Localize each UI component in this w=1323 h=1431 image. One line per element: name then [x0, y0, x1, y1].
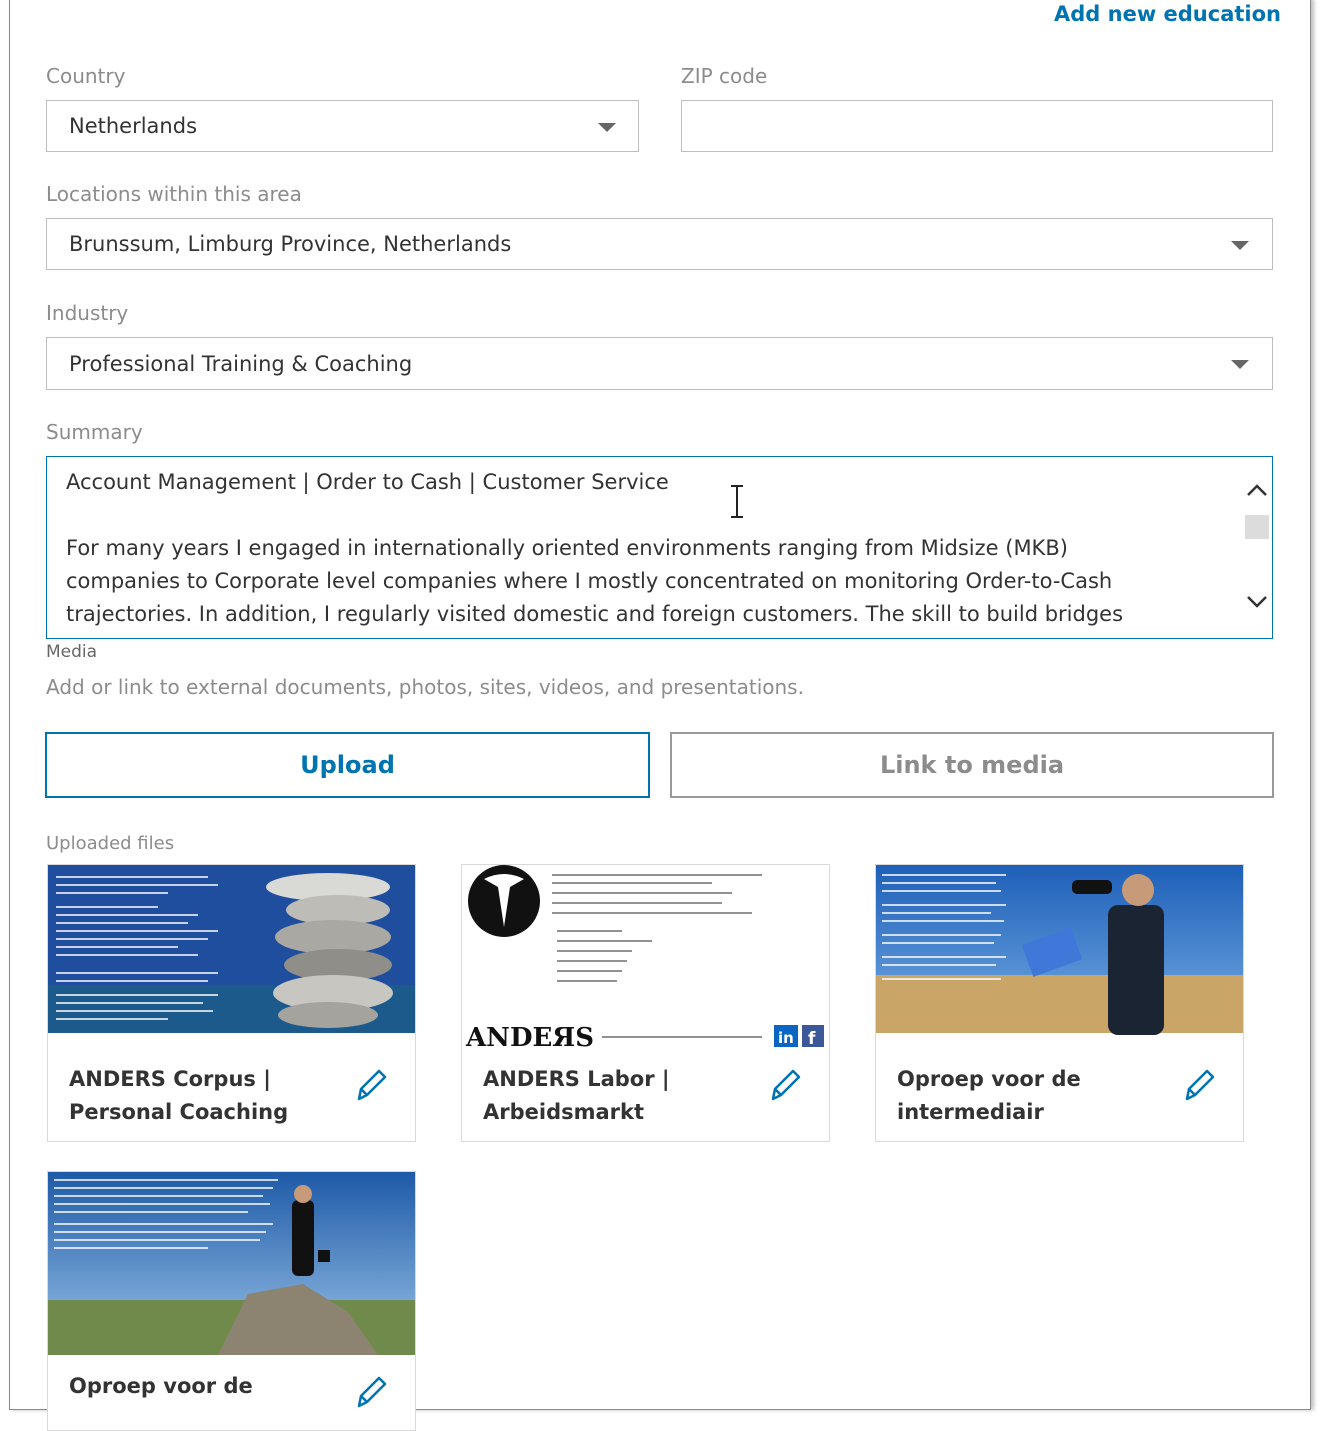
locations-select[interactable]: Brunssum, Limburg Province, Netherlands	[46, 218, 1273, 270]
pencil-icon[interactable]	[351, 1372, 391, 1412]
chevron-down-icon	[1231, 241, 1249, 250]
media-thumbnail[interactable]	[48, 865, 415, 1048]
zip-label: ZIP code	[681, 64, 768, 88]
media-card-title: ANDERS Labor | Arbeidsmarkt	[483, 1067, 670, 1124]
summary-line-2: For many years I engaged in internationa…	[66, 536, 1068, 560]
summary-scrollbar[interactable]	[1240, 457, 1272, 638]
summary-line-1: Account Management | Order to Cash | Cus…	[66, 470, 669, 494]
chevron-down-icon	[1231, 360, 1249, 369]
pencil-icon[interactable]	[351, 1065, 391, 1105]
media-thumbnail[interactable]	[48, 1172, 415, 1355]
summary-line-4: trajectories. In addition, I regularly v…	[66, 602, 1124, 626]
media-card[interactable]: ANDEЯS in f ANDERS Labor | Arbeidsmarkt	[461, 864, 830, 1142]
media-card-title: Oproep voor de	[69, 1374, 253, 1398]
scrollbar-thumb[interactable]	[1245, 515, 1269, 539]
media-description: Add or link to external documents, photo…	[46, 675, 804, 699]
add-new-education-link[interactable]: Add new education	[1054, 2, 1281, 26]
country-select[interactable]: Netherlands	[46, 100, 639, 152]
summary-textarea[interactable]: Account Management | Order to Cash | Cus…	[46, 456, 1273, 639]
industry-label: Industry	[46, 301, 129, 325]
zip-input[interactable]	[681, 100, 1273, 152]
locations-value: Brunssum, Limburg Province, Netherlands	[69, 232, 512, 256]
media-card-title: Oproep voor de intermediair	[897, 1067, 1081, 1124]
summary-line-3: companies to Corporate level companies w…	[66, 569, 1113, 593]
svg-text:in: in	[778, 1029, 794, 1047]
media-label: Media	[46, 642, 98, 662]
media-card[interactable]: ANDERS Corpus | Personal Coaching	[47, 864, 416, 1142]
chevron-down-icon	[598, 123, 616, 132]
media-card-title: ANDERS Corpus | Personal Coaching	[69, 1067, 289, 1124]
industry-value: Professional Training & Coaching	[69, 351, 413, 376]
pencil-icon[interactable]	[765, 1065, 805, 1105]
chevron-down-icon[interactable]	[1246, 595, 1268, 609]
text-cursor-icon	[731, 485, 743, 518]
media-thumbnail[interactable]	[876, 865, 1243, 1048]
chevron-up-icon[interactable]	[1246, 483, 1268, 497]
pencil-icon[interactable]	[1179, 1065, 1219, 1105]
svg-text:f: f	[808, 1029, 816, 1048]
media-card[interactable]: Oproep voor de intermediair	[875, 864, 1244, 1142]
link-to-media-button[interactable]: Link to media	[670, 732, 1274, 798]
uploaded-files-label: Uploaded files	[46, 833, 175, 854]
country-label: Country	[46, 64, 126, 88]
anders-logo: ANDEЯS	[465, 1023, 594, 1048]
media-card[interactable]: Oproep voor de	[47, 1171, 416, 1431]
summary-label: Summary	[46, 420, 143, 444]
country-value: Netherlands	[69, 114, 198, 138]
media-thumbnail[interactable]: ANDEЯS in f	[462, 865, 829, 1048]
industry-select[interactable]: Professional Training & Coaching	[46, 337, 1273, 390]
locations-label: Locations within this area	[46, 182, 302, 206]
upload-button[interactable]: Upload	[45, 732, 650, 798]
